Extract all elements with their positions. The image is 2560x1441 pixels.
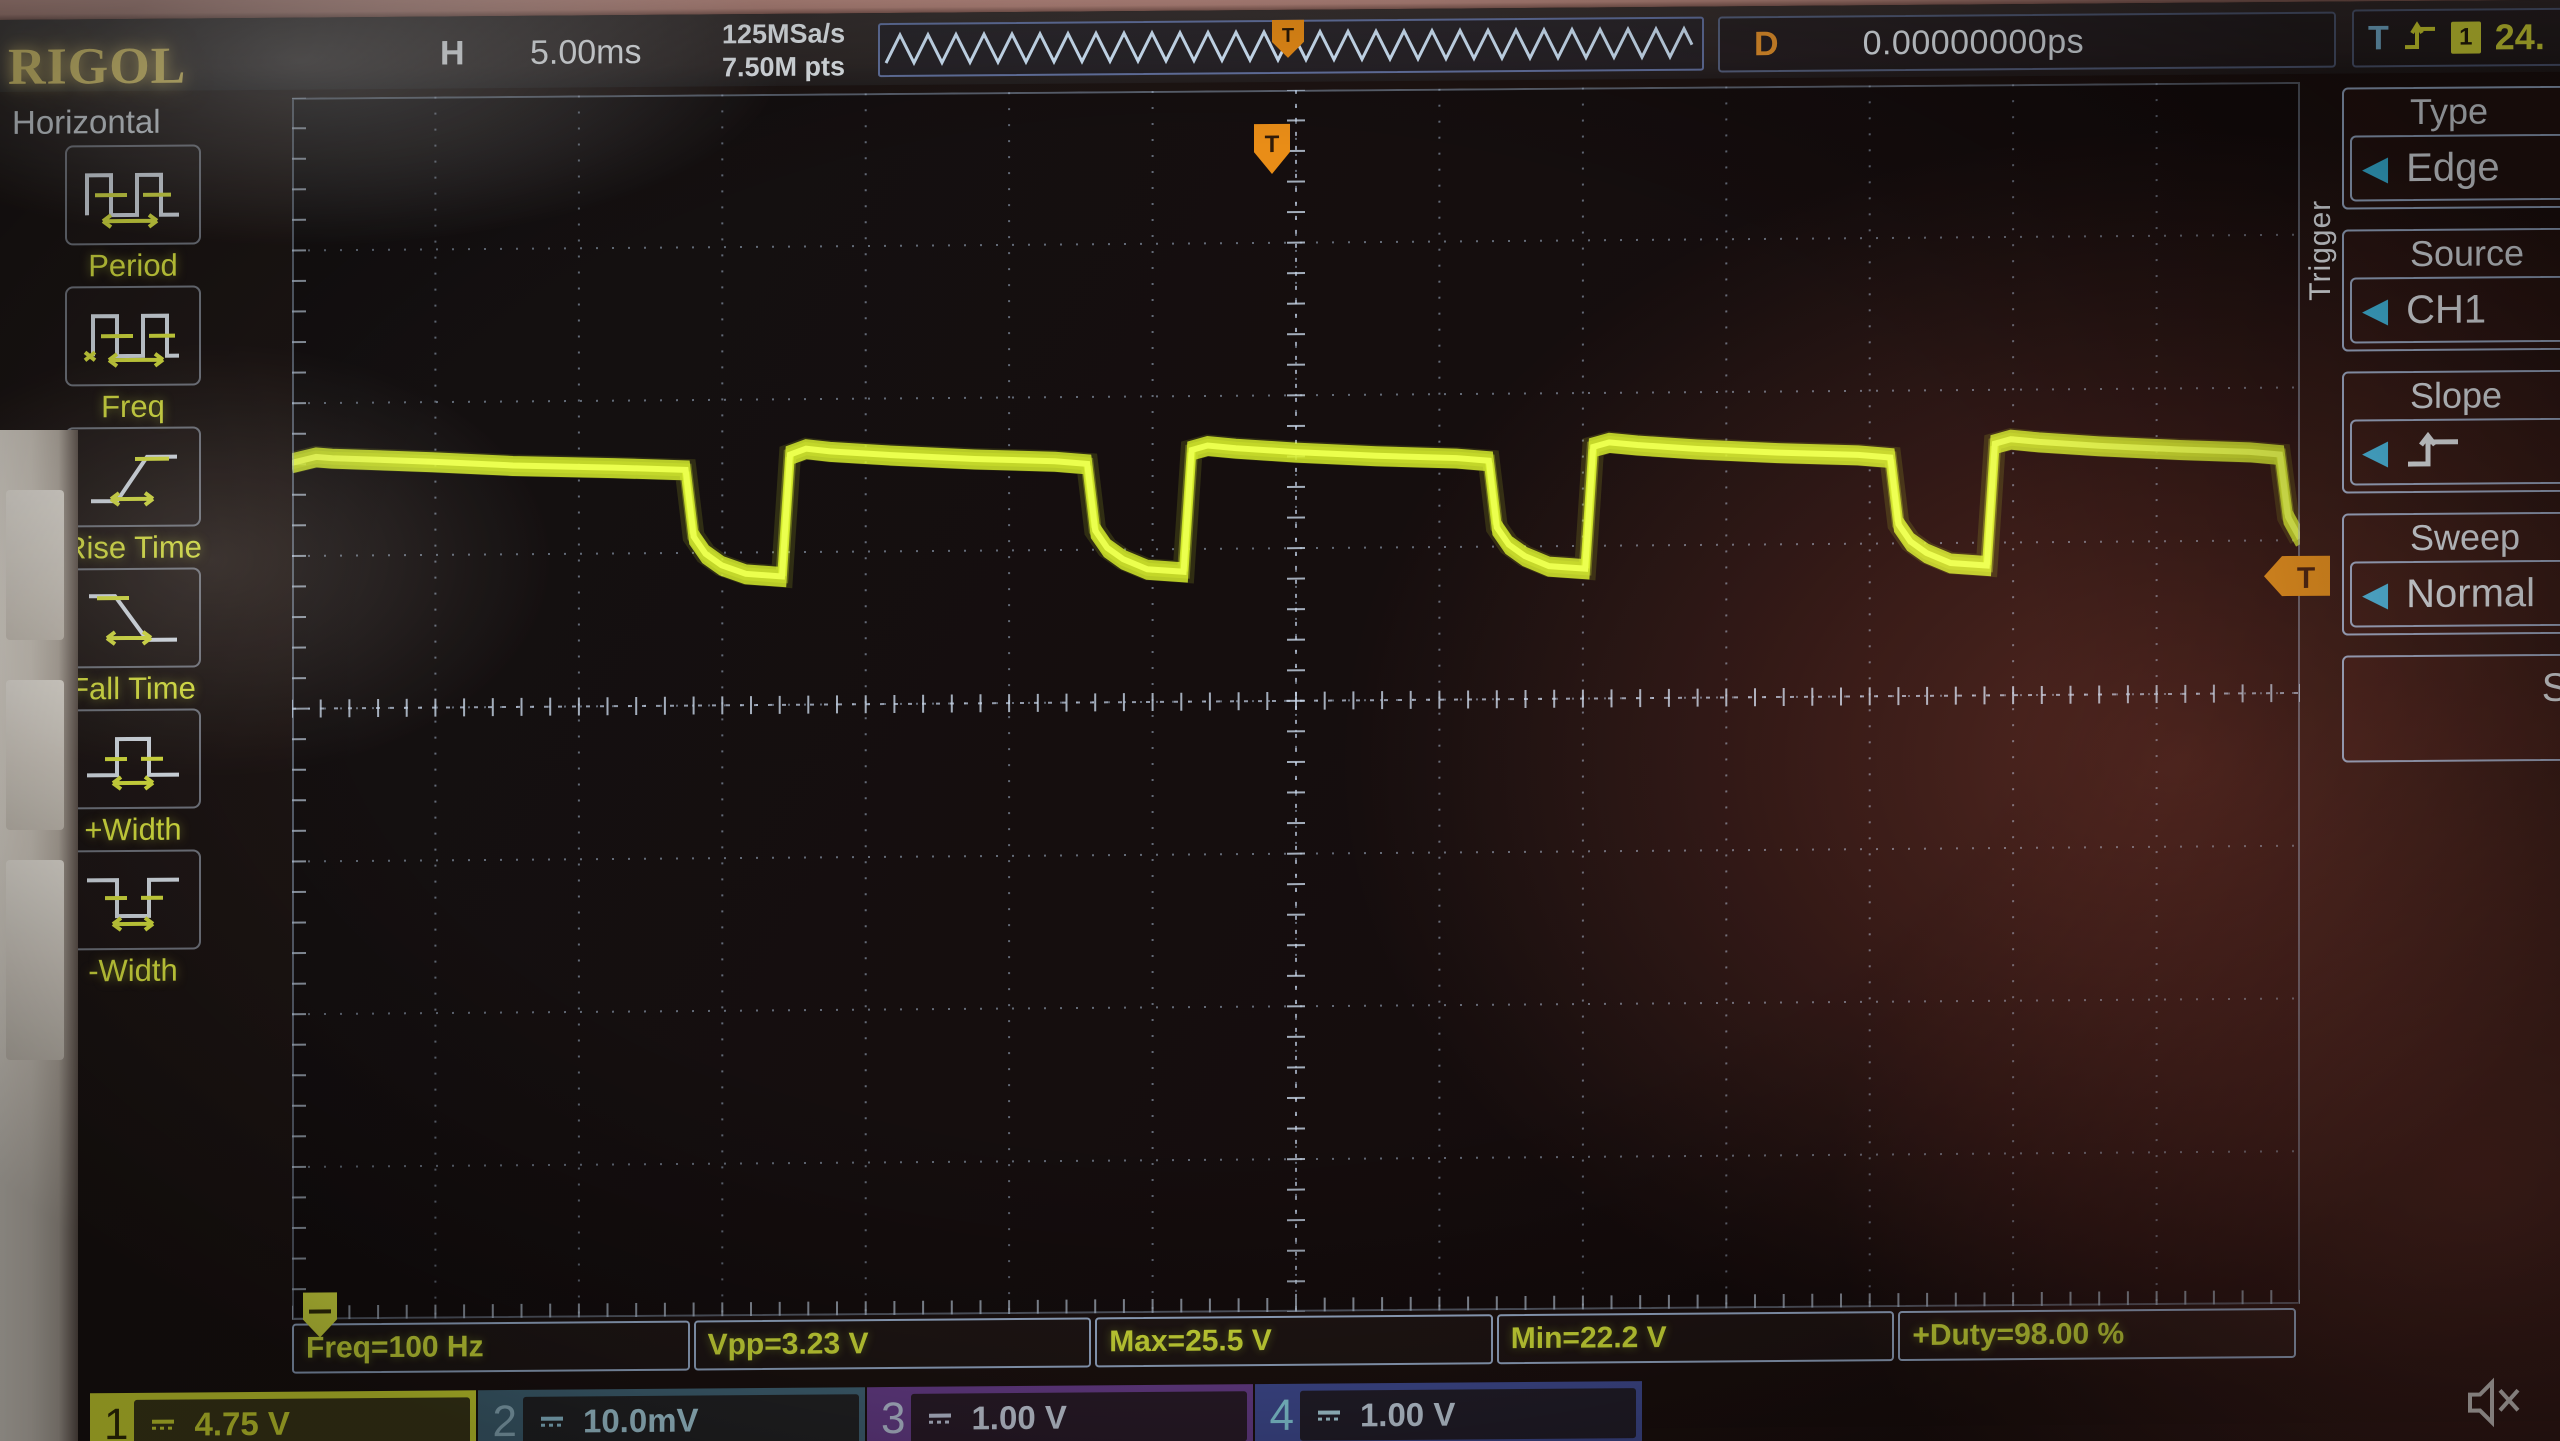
channel-4-number: 4 [1269,1390,1294,1440]
delay-value: 0.00000000ps [1862,22,2085,62]
chevron-left-icon: ◀ [2362,291,2389,330]
oscilloscope-photo: RIGOL H 5.00ms 125MSa/s 7.50M pts T D 0.… [0,0,2560,1441]
trigger-channel-badge: 1 [2450,21,2481,54]
delay-icon: D [1754,24,1779,63]
measurement-duty[interactable]: +Duty=98.00 % [1898,1307,2296,1362]
trigger-sweep-value-button[interactable]: ◀ Normal [2350,557,2560,628]
measurement-bar: Freq=100 Hz Vpp=3.23 V Max=25.5 V Min=22… [292,1307,2300,1374]
trigger-sweep-value: Normal [2406,570,2536,616]
measurement-min[interactable]: Min=22.2 V [1496,1311,1895,1365]
trigger-position-marker[interactable]: T [1250,122,1294,185]
channel-4-scale: 1.00 V [1359,1395,1456,1433]
trigger-type-value-button[interactable]: ◀ Edge [2350,131,2560,202]
trigger-source-value-button[interactable]: ◀ CH1 [2350,273,2560,344]
trigger-sweep-group: Sweep ◀ Normal [2342,509,2560,636]
channel-1-button[interactable]: 1 4.75 V [90,1389,477,1441]
plot-outline [292,81,2300,1320]
chevron-left-icon: ◀ [2362,149,2389,188]
channel-status-bar: 1 4.75 V 2 10.0mV 3 1.00 V 4 1.00 V [90,1370,2560,1441]
trigger-setting-label: Setting [2541,665,2560,711]
svg-text:T: T [1282,25,1294,47]
channel-2-number: 2 [492,1396,517,1441]
trigger-level-pin-icon: T [2264,555,2330,597]
trigger-position-icon: T [1272,19,1304,58]
trigger-menu: Trigger Type ◀ Edge Source ◀ CH1 Slope ◀ [2304,80,2560,1312]
trigger-level-letter: T [2297,562,2315,595]
channel-1-coupling-box[interactable]: 4.75 V [134,1396,471,1441]
rising-edge-icon [2408,431,2459,467]
trigger-position-pin-icon: T [1254,123,1290,175]
trigger-position-letter: T [1265,131,1280,158]
trigger-type-value: Edge [2406,144,2500,190]
channel-3-coupling-box[interactable]: 1.00 V [911,1390,1248,1441]
delay-display[interactable]: D 0.00000000ps [1718,11,2336,73]
measurement-vpp[interactable]: Vpp=3.23 V [693,1317,1092,1371]
chevron-down-icon: ▼ [2344,713,2560,751]
overview-trigger-marker[interactable]: T [1268,16,1308,67]
rigol-logo: RIGOL [8,37,187,96]
mute-speaker-icon[interactable] [2466,1376,2524,1433]
channel-1-number: 1 [104,1399,129,1441]
ground-reference-icon [303,1292,337,1338]
scope-bezel-left-button [6,860,64,1060]
menu-label-negative-width: -Width [88,952,178,989]
dc-coupling-icon [1317,1409,1340,1421]
channel-2-button[interactable]: 2 10.0mV [478,1386,865,1441]
left-menu-title: Horizontal [12,102,161,141]
dc-coupling-icon [152,1419,175,1430]
trigger-source-group: Source ◀ CH1 [2342,225,2560,352]
channel-2-coupling-box[interactable]: 10.0mV [522,1393,859,1441]
channel-4-coupling-box[interactable]: 1.00 V [1299,1387,1636,1441]
menu-item-period[interactable]: Period [8,144,258,285]
menu-label-positive-width: +Width [84,811,182,848]
positive-width-icon [65,708,201,810]
oscilloscope-screen: RIGOL H 5.00ms 125MSa/s 7.50M pts T D 0.… [0,0,2560,1441]
trigger-slope-label: Slope [2410,374,2503,417]
trigger-type-group: Type ◀ Edge [2342,83,2560,210]
dc-coupling-icon [540,1416,563,1427]
trigger-menu-title: Trigger [2304,199,2337,301]
measurement-max[interactable]: Max=25.5 V [1095,1314,1493,1368]
channel-3-button[interactable]: 3 1.00 V [866,1383,1254,1441]
trigger-status-display[interactable]: T 1 24. [2352,7,2560,68]
period-icon [65,144,201,246]
channel-4-button[interactable]: 4 1.00 V [1255,1380,1642,1441]
menu-label-period: Period [88,247,178,284]
trigger-level-value: 24. [2494,16,2545,58]
channel-2-scale: 10.0mV [582,1401,699,1439]
channel-1-scale: 4.75 V [194,1404,290,1441]
menu-label-rise-time: Rise Time [64,529,202,566]
trigger-source-value: CH1 [2406,286,2487,332]
negative-width-icon [65,849,201,951]
trigger-source-label: Source [2410,232,2525,275]
trigger-type-label: Type [2410,90,2489,133]
memory-depth-value: 7.50M pts [722,51,846,83]
measurement-freq[interactable]: Freq=100 Hz [292,1320,690,1374]
chevron-left-icon: ◀ [2362,433,2389,472]
waveform-display[interactable] [292,81,2300,1320]
horizontal-label: H [440,34,465,73]
dc-coupling-icon [929,1413,952,1424]
channel-1-ground-marker[interactable] [300,1289,340,1346]
trigger-setting-button[interactable]: Setting ▼ [2342,651,2560,763]
menu-item-freq[interactable]: Freq [8,285,258,426]
frequency-icon [65,285,201,387]
acquisition-info: 125MSa/s 7.50M pts [722,17,845,84]
trigger-state-icon: T [2368,18,2389,57]
fall-time-icon [65,567,201,669]
chevron-left-icon: ◀ [2362,575,2389,614]
menu-label-freq: Freq [101,388,165,425]
trigger-sweep-label: Sweep [2410,516,2521,559]
channel-3-scale: 1.00 V [971,1398,1067,1436]
sample-rate-value: 125MSa/s [722,18,846,50]
trigger-level-marker[interactable]: T [2262,550,2334,608]
rising-edge-icon [2404,21,2435,50]
timebase-value[interactable]: 5.00ms [530,33,642,73]
channel-3-number: 3 [880,1393,906,1441]
menu-label-fall-time: Fall Time [70,670,196,707]
trigger-slope-group: Slope ◀ [2342,367,2560,494]
trigger-slope-value-button[interactable]: ◀ [2350,415,2560,486]
rise-time-icon [65,426,201,528]
